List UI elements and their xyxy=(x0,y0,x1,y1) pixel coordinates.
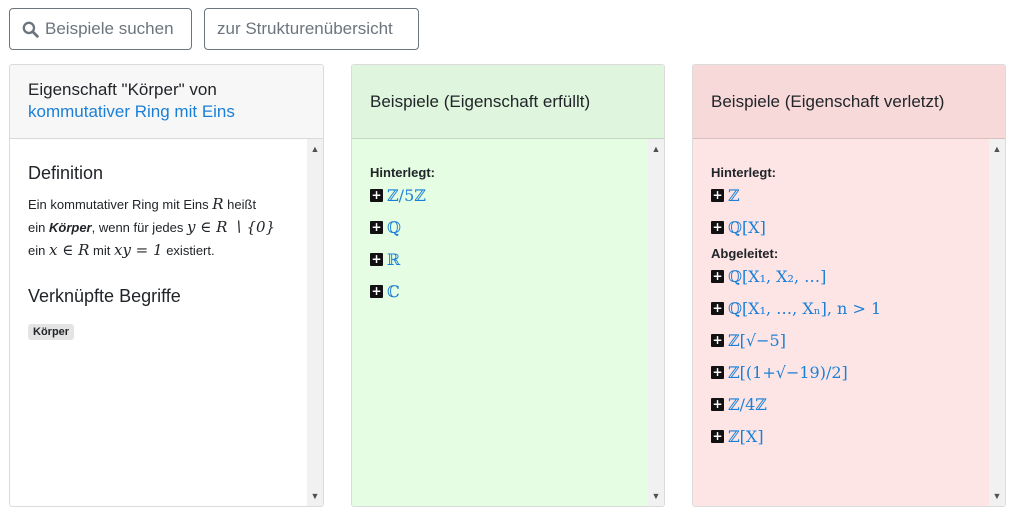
property-card-body: Definition Ein kommutativer Ring mit Ein… xyxy=(10,139,323,506)
scroll-down-icon[interactable]: ▼ xyxy=(307,488,323,504)
expand-plus-icon[interactable]: + xyxy=(370,252,383,266)
example-item[interactable]: + ℝ xyxy=(370,248,646,270)
structure-overview-label: zur Strukturenübersicht xyxy=(217,19,393,38)
def-text-1: Ein kommutativer Ring mit Eins xyxy=(28,197,209,212)
def-math-1: R xyxy=(212,195,224,213)
expand-plus-icon[interactable]: + xyxy=(370,220,383,234)
expand-plus-icon[interactable]: + xyxy=(711,333,724,347)
violated-card-header: Beispiele (Eigenschaft verletzt) xyxy=(693,65,1005,139)
satisfied-card-header: Beispiele (Eigenschaft erfüllt) xyxy=(352,65,664,139)
def-text-6: mit xyxy=(93,243,111,258)
def-text-3: ein xyxy=(28,220,46,235)
example-link[interactable]: ℤ[√−5] xyxy=(728,331,786,350)
example-item[interactable]: + ℚ[X] xyxy=(711,216,987,238)
expand-plus-icon[interactable]: + xyxy=(370,284,383,298)
example-item[interactable]: + ℤ/5ℤ xyxy=(370,184,646,206)
example-link[interactable]: ℤ[X] xyxy=(728,427,764,446)
satisfied-scrollbar[interactable]: ▲ ▼ xyxy=(648,139,664,506)
expand-plus-icon[interactable]: + xyxy=(711,220,724,234)
scroll-up-icon[interactable]: ▲ xyxy=(989,141,1005,157)
search-icon xyxy=(22,21,39,38)
example-link[interactable]: ℤ/4ℤ xyxy=(728,395,767,414)
example-link[interactable]: ℤ[(1+√−19)/2] xyxy=(728,363,848,382)
expand-plus-icon[interactable]: + xyxy=(711,397,724,411)
example-item[interactable]: + ℚ xyxy=(370,216,646,238)
example-link[interactable]: ℝ xyxy=(387,250,400,269)
satisfied-title: Beispiele (Eigenschaft erfüllt) xyxy=(370,91,591,111)
violated-derived-label: Abgeleitet: xyxy=(711,246,779,261)
property-card: Eigenschaft "Körper" von kommutativer Ri… xyxy=(9,64,324,507)
violated-examples-card: Beispiele (Eigenschaft verletzt) Hinterl… xyxy=(692,64,1006,507)
def-math-3: x ∈ R xyxy=(48,241,90,259)
example-link[interactable]: ℚ[X] xyxy=(728,218,766,237)
expand-plus-icon[interactable]: + xyxy=(711,301,724,315)
definition-heading: Definition xyxy=(28,163,104,183)
def-text-5: ein xyxy=(28,243,46,258)
violated-derived-list: + ℚ[X₁, X₂, …] + ℚ[X₁, …, Xₙ], n > 1 + ℤ[√−5]… xyxy=(711,265,987,447)
def-text-7: existiert. xyxy=(166,243,215,258)
property-card-header: Eigenschaft "Körper" von kommutativer Ri… xyxy=(10,65,323,139)
satisfied-stored-label: Hinterlegt: xyxy=(370,165,435,180)
related-heading: Verknüpfte Begriffe xyxy=(28,286,181,306)
satisfied-examples-card: Beispiele (Eigenschaft erfüllt) Hinterle… xyxy=(351,64,665,507)
violated-title: Beispiele (Eigenschaft verletzt) xyxy=(711,91,945,111)
example-item[interactable]: + ℤ[(1+√−19)/2] xyxy=(711,361,987,383)
example-item[interactable]: + ℤ xyxy=(711,184,987,206)
example-link[interactable]: ℚ[X₁, X₂, …] xyxy=(728,267,826,286)
example-link[interactable]: ℂ xyxy=(387,282,400,301)
definition-text: Ein kommutativer Ring mit Eins R heißt e… xyxy=(28,193,305,262)
expand-plus-icon[interactable]: + xyxy=(711,188,724,202)
search-examples-button[interactable]: Beispiele suchen xyxy=(9,8,192,50)
scroll-up-icon[interactable]: ▲ xyxy=(307,141,323,157)
scroll-up-icon[interactable]: ▲ xyxy=(648,141,664,157)
search-examples-label: Beispiele suchen xyxy=(45,19,174,38)
example-link[interactable]: ℚ xyxy=(387,218,401,237)
example-item[interactable]: + ℤ[X] xyxy=(711,425,987,447)
structure-link[interactable]: kommutativer Ring mit Eins xyxy=(28,101,305,123)
def-term: Körper xyxy=(48,220,92,235)
property-scrollbar[interactable]: ▲ ▼ xyxy=(307,139,323,506)
violated-stored-label: Hinterlegt: xyxy=(711,165,776,180)
example-link[interactable]: ℤ/5ℤ xyxy=(387,186,426,205)
expand-plus-icon[interactable]: + xyxy=(711,429,724,443)
example-link[interactable]: ℚ[X₁, …, Xₙ], n > 1 xyxy=(728,299,881,318)
expand-plus-icon[interactable]: + xyxy=(711,269,724,283)
satisfied-stored-list: + ℤ/5ℤ + ℚ + ℝ + ℂ xyxy=(370,184,646,302)
violated-card-body: Hinterlegt: + ℤ + ℚ[X] Abgeleitet: + ℚ[X₁, X… xyxy=(693,139,1005,506)
def-math-2: y ∈ R ∖ {0} xyxy=(187,218,276,236)
related-badge[interactable]: Körper xyxy=(28,324,75,340)
def-math-4: xy = 1 xyxy=(113,241,163,259)
example-item[interactable]: + ℤ/4ℤ xyxy=(711,393,987,415)
example-item[interactable]: + ℚ[X₁, …, Xₙ], n > 1 xyxy=(711,297,987,319)
satisfied-card-body: Hinterlegt: + ℤ/5ℤ + ℚ + ℝ + ℂ ▲ ▼ xyxy=(352,139,664,506)
def-text-2: heißt xyxy=(227,197,257,212)
def-text-4: , wenn für jedes xyxy=(91,220,184,235)
expand-plus-icon[interactable]: + xyxy=(370,188,383,202)
structure-overview-button[interactable]: zur Strukturenübersicht xyxy=(204,8,419,50)
scroll-down-icon[interactable]: ▼ xyxy=(989,488,1005,504)
expand-plus-icon[interactable]: + xyxy=(711,365,724,379)
property-title: Eigenschaft "Körper" von xyxy=(28,80,217,99)
example-item[interactable]: + ℤ[√−5] xyxy=(711,329,987,351)
violated-stored-list: + ℤ + ℚ[X] xyxy=(711,184,987,238)
example-item[interactable]: + ℂ xyxy=(370,280,646,302)
example-link[interactable]: ℤ xyxy=(728,186,740,205)
violated-scrollbar[interactable]: ▲ ▼ xyxy=(989,139,1005,506)
example-item[interactable]: + ℚ[X₁, X₂, …] xyxy=(711,265,987,287)
scroll-down-icon[interactable]: ▼ xyxy=(648,488,664,504)
